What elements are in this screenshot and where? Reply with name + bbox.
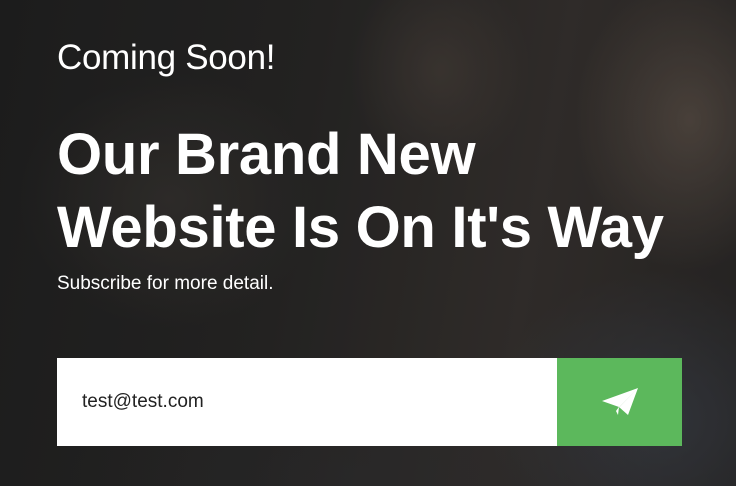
coming-soon-label: Coming Soon! [57, 38, 276, 77]
headline-line-2: Website Is On It's Way [57, 195, 664, 260]
email-input[interactable] [57, 358, 557, 446]
paper-plane-icon [601, 388, 638, 415]
subscribe-description: Subscribe for more detail. [57, 273, 274, 294]
subscribe-submit-button[interactable] [557, 358, 682, 446]
headline-line-1: Our Brand New [57, 122, 476, 187]
hero-section: Coming Soon! Our Brand New Website Is On… [0, 0, 736, 486]
subscribe-form [57, 358, 682, 446]
page-headline: Our Brand New Website Is On It's Way [57, 118, 664, 264]
